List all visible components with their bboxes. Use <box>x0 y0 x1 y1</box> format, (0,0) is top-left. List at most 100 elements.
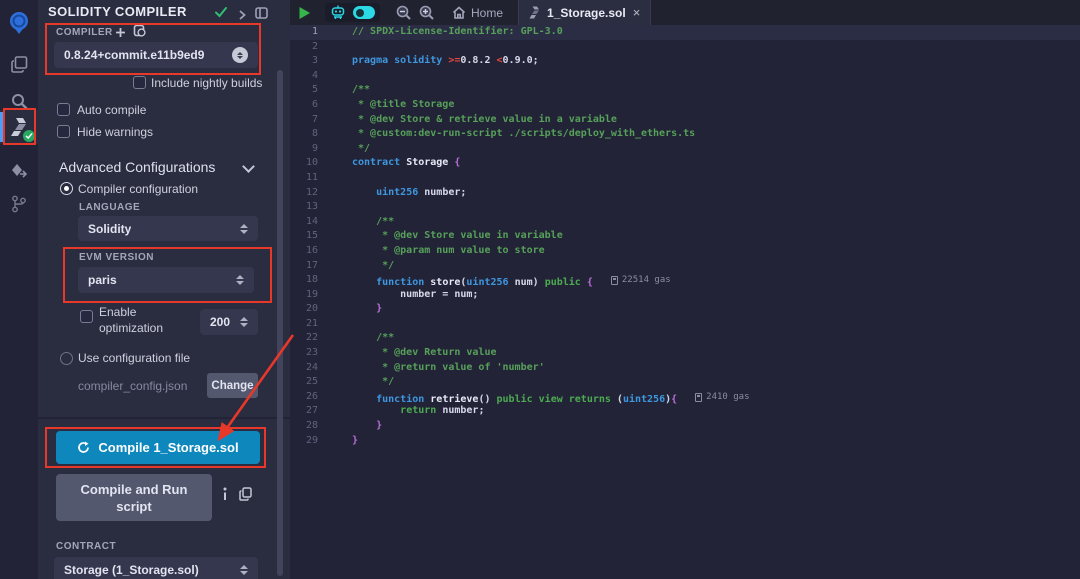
code-text: * @dev Store & retrieve value in a varia… <box>352 113 617 128</box>
code-line[interactable]: 11 <box>290 171 1080 186</box>
code-line[interactable]: 8 * @custom:dev-run-script ./scripts/dep… <box>290 127 1080 142</box>
code-line[interactable]: 19 number = num; <box>290 288 1080 303</box>
code-text: function store(uint256 num) public {2251… <box>352 273 671 288</box>
compiler-configuration-radio[interactable] <box>60 182 73 195</box>
search-icon <box>11 93 28 110</box>
code-line[interactable]: 20 } <box>290 302 1080 317</box>
line-number: 26 <box>290 390 338 405</box>
sidebar-item-git[interactable] <box>0 187 38 221</box>
code-line[interactable]: 23 * @dev Return value <box>290 346 1080 361</box>
home-tab-label: Home <box>471 6 503 20</box>
code-line[interactable]: 6 * @title Storage <box>290 98 1080 113</box>
line-number: 14 <box>290 215 338 230</box>
code-line[interactable]: 7 * @dev Store & retrieve value in a var… <box>290 113 1080 128</box>
code-text: * @return value of 'number' <box>352 361 545 376</box>
code-line[interactable]: 29} <box>290 434 1080 449</box>
code-line[interactable]: 22 /** <box>290 331 1080 346</box>
line-number: 16 <box>290 244 338 259</box>
tab-label: 1_Storage.sol <box>547 6 626 20</box>
reload-file-icon[interactable] <box>133 24 146 42</box>
code-line[interactable]: 9 */ <box>290 142 1080 157</box>
code-line[interactable]: 12 uint256 number; <box>290 186 1080 201</box>
panel-pin-icon[interactable] <box>255 6 268 24</box>
editor-toolbar: Home 1_Storage.sol × <box>290 0 1080 25</box>
code-line[interactable]: 27 return number; <box>290 404 1080 419</box>
auto-compile-checkbox[interactable] <box>57 103 70 116</box>
sidebar-item-solidity-compiler[interactable] <box>0 110 38 144</box>
code-line[interactable]: 4 <box>290 69 1080 84</box>
line-number: 17 <box>290 259 338 274</box>
sidebar-item-deploy-run[interactable] <box>0 155 38 189</box>
enable-optimization-label-1: Enable <box>99 305 136 319</box>
compile-and-run-button[interactable]: Compile and Run script <box>56 474 212 521</box>
code-editor[interactable]: 1// SPDX-License-Identifier: GPL-3.023pr… <box>290 25 1080 579</box>
evm-version-value: paris <box>88 273 117 287</box>
contract-value: Storage (1_Storage.sol) <box>64 563 199 577</box>
stepper-icon <box>232 47 248 63</box>
gas-estimate: 2410 gas <box>695 390 749 405</box>
file-explorer-icon <box>11 56 28 73</box>
icon-rail <box>0 0 38 579</box>
code-line[interactable]: 13 <box>290 200 1080 215</box>
include-nightly-checkbox[interactable] <box>133 76 146 89</box>
chevron-right-icon[interactable] <box>238 7 246 25</box>
zoom-out-icon <box>396 5 411 20</box>
code-line[interactable]: 2 <box>290 40 1080 55</box>
zoom-in-button[interactable] <box>419 5 434 20</box>
code-line[interactable]: 21 <box>290 317 1080 332</box>
code-line[interactable]: 18 function store(uint256 num) public {2… <box>290 273 1080 288</box>
line-number: 15 <box>290 229 338 244</box>
code-line[interactable]: 17 */ <box>290 259 1080 274</box>
compiler-configuration-label: Compiler configuration <box>78 182 198 196</box>
copy-icon[interactable] <box>239 487 252 506</box>
optimization-runs-input[interactable]: 200 <box>200 309 258 335</box>
code-line[interactable]: 28 } <box>290 419 1080 434</box>
tab-1-storage-sol[interactable]: 1_Storage.sol × <box>518 0 651 25</box>
enable-optimization-checkbox[interactable] <box>80 310 93 323</box>
sidebar-item-file-explorer[interactable] <box>0 47 38 81</box>
code-text: * @dev Store value in variable <box>352 229 563 244</box>
code-line[interactable]: 25 */ <box>290 375 1080 390</box>
optimization-runs-value: 200 <box>210 315 230 329</box>
code-text: uint256 number; <box>352 186 466 201</box>
chevron-down-icon[interactable] <box>242 160 255 173</box>
language-select[interactable]: Solidity <box>78 216 258 241</box>
plus-icon[interactable] <box>115 25 126 43</box>
code-line[interactable]: 1// SPDX-License-Identifier: GPL-3.0 <box>290 25 1080 40</box>
code-line[interactable]: 16 * @param num value to store <box>290 244 1080 259</box>
code-line[interactable]: 10contract Storage { <box>290 156 1080 171</box>
compiler-version-select[interactable]: 0.8.24+commit.e11b9ed9 <box>54 42 258 68</box>
advanced-configurations-title[interactable]: Advanced Configurations <box>59 159 215 175</box>
check-icon <box>214 5 228 23</box>
deploy-run-icon <box>10 163 28 181</box>
tab-home[interactable]: Home <box>452 6 503 20</box>
contract-label: CONTRACT <box>56 541 116 552</box>
contract-select[interactable]: Storage (1_Storage.sol) <box>54 557 258 579</box>
compile-button[interactable]: Compile 1_Storage.sol <box>56 431 260 464</box>
enable-optimization-label-2: optimization <box>99 321 163 335</box>
evm-version-select[interactable]: paris <box>78 267 254 293</box>
ai-robot-icon[interactable] <box>330 5 346 20</box>
remix-logo-icon <box>6 11 32 35</box>
code-line[interactable]: 24 * @return value of 'number' <box>290 361 1080 376</box>
copilot-toggle-on-icon[interactable] <box>353 6 375 19</box>
stepper-icon <box>240 565 248 575</box>
evm-version-label: EVM VERSION <box>79 252 154 263</box>
use-configuration-file-radio[interactable] <box>60 352 73 365</box>
info-icon[interactable] <box>222 487 228 506</box>
code-line[interactable]: 3pragma solidity >=0.8.2 <0.9.0; <box>290 54 1080 69</box>
zoom-out-button[interactable] <box>396 5 411 20</box>
run-script-button[interactable] <box>298 6 311 20</box>
tab-close-icon[interactable]: × <box>633 6 641 19</box>
remix-logo[interactable] <box>0 6 38 40</box>
code-line[interactable]: 15 * @dev Store value in variable <box>290 229 1080 244</box>
code-text: * @custom:dev-run-script ./scripts/deplo… <box>352 127 695 142</box>
change-config-button[interactable]: Change <box>207 373 258 398</box>
hide-warnings-checkbox[interactable] <box>57 125 70 138</box>
code-line[interactable]: 14 /** <box>290 215 1080 230</box>
code-line[interactable]: 5/** <box>290 83 1080 98</box>
code-line[interactable]: 26 function retrieve() public view retur… <box>290 390 1080 405</box>
line-number: 9 <box>290 142 338 157</box>
panel-scrollbar[interactable] <box>277 70 283 576</box>
stepper-icon <box>240 224 248 234</box>
